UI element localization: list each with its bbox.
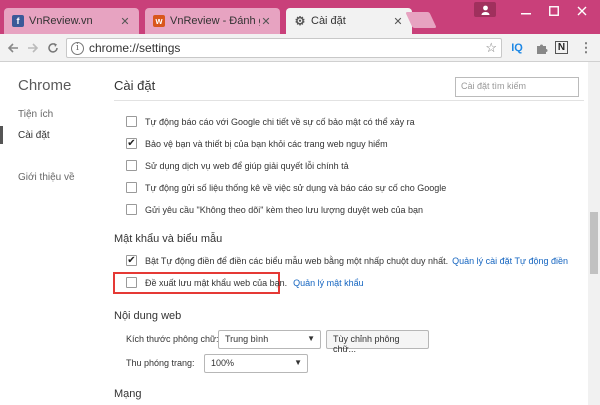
puzzle-extension-icon[interactable] [533,40,549,56]
sidebar-item-about[interactable]: Giới thiệu về [18,172,75,183]
option-label: Bảo vệ bạn và thiết bị của bạn khỏi các … [145,138,388,149]
settings-page: Chrome Tiện ích Cài đặt Giới thiệu về Cà… [0,62,600,405]
page-title: Cài đặt [114,78,156,93]
privacy-option-do-not-track[interactable]: Gửi yêu cầu "Không theo dõi" kèm theo lư… [126,204,423,215]
privacy-option-spelling[interactable]: Sử dụng dịch vụ web để giúp giải quyết l… [126,160,349,171]
checkbox-checked[interactable]: ✔ [126,138,137,149]
forward-icon[interactable] [24,39,42,57]
reload-icon[interactable] [44,39,62,57]
chevron-down-icon: ▼ [307,334,315,343]
select-value: 100% [211,358,235,368]
sidebar-selection-indicator [0,126,3,144]
option-label: Sử dụng dịch vụ web để giúp giải quyết l… [145,160,349,171]
tab-title: Cài đặt [311,15,346,27]
gear-icon: ⚙ [294,14,306,28]
tab-vnreview-facebook[interactable]: f VnReview.vn ✕ [4,8,139,34]
window-close-icon[interactable] [568,0,596,22]
sidebar-item-extensions[interactable]: Tiện ích [18,109,53,120]
toolbar: i chrome://settings ☆ IQ N ⋮ [0,34,600,62]
option-label: Đề xuất lưu mật khẩu web của bạn. [145,277,288,288]
offer-save-passwords-option[interactable]: Đề xuất lưu mật khẩu web của bạn. Quản l… [126,277,364,288]
sidebar-title: Chrome [18,77,72,94]
select-value: Trung bình [225,334,269,344]
option-label: Tự động gửi số liệu thống kê về việc sử … [145,182,447,193]
url-text: chrome://settings [89,41,181,55]
chevron-down-icon: ▼ [294,358,302,367]
tab-settings[interactable]: ⚙ Cài đặt ✕ [286,8,412,34]
manage-passwords-link[interactable]: Quản lý mật khẩu [293,278,364,288]
autofill-option[interactable]: ✔ Bật Tự động điền để điền các biểu mẫu … [126,255,568,266]
sidebar-item-settings[interactable]: Cài đặt [18,130,50,141]
iq-extension-icon[interactable]: IQ [509,40,525,56]
vnreview-icon: w [153,15,165,27]
facebook-icon: f [12,15,24,27]
font-size-select[interactable]: Trung bình ▼ [218,330,321,349]
bookmark-star-icon[interactable]: ☆ [485,40,497,56]
option-label: Bật Tự động điền để điền các biểu mẫu we… [145,255,449,266]
checkbox[interactable] [126,160,137,171]
search-settings-input[interactable]: Cài đặt tìm kiếm [455,77,579,97]
web-content-section-heading: Nội dung web [114,310,182,322]
page-zoom-select[interactable]: 100% ▼ [204,354,308,373]
network-section-heading: Mạng [114,388,142,400]
privacy-option-safe-browsing[interactable]: ✔ Bảo vệ bạn và thiết bị của bạn khỏi cá… [126,138,388,149]
title-bar: f VnReview.vn ✕ w VnReview - Đánh giá, t… [0,0,600,34]
maximize-icon[interactable] [540,0,568,22]
minimize-icon[interactable] [512,0,540,22]
scrollbar-thumb[interactable] [590,212,598,274]
address-bar[interactable]: i chrome://settings ☆ [66,38,502,58]
tab-title: VnReview.vn [29,15,93,27]
header-divider [114,100,584,101]
page-zoom-label: Thu phóng trang: [126,358,195,368]
tab-vnreview[interactable]: w VnReview - Đánh giá, tin ✕ [145,8,280,34]
privacy-option-usage-stats[interactable]: Tự động gửi số liệu thống kê về việc sử … [126,182,446,193]
close-icon[interactable]: ✕ [119,15,131,28]
manage-autofill-link[interactable]: Quản lý cài đặt Tự động điền [452,256,568,266]
scrollbar[interactable] [588,62,600,405]
info-icon[interactable]: i [71,41,84,55]
option-label: Gửi yêu cầu "Không theo dõi" kèm theo lư… [145,204,424,215]
back-icon[interactable] [4,39,22,57]
tab-title: VnReview - Đánh giá, tin [170,15,260,27]
checkbox-checked[interactable]: ✔ [126,255,137,266]
passwords-section-heading: Mật khẩu và biểu mẫu [114,233,223,245]
privacy-option-report-security[interactable]: Tự động báo cáo với Google chi tiết về s… [126,116,415,127]
checkbox[interactable] [126,116,137,127]
menu-icon[interactable]: ⋮ [578,40,594,56]
n-extension-icon[interactable]: N [555,41,568,54]
checkbox[interactable] [126,277,137,288]
checkbox[interactable] [126,182,137,193]
user-profile-icon[interactable] [474,2,496,17]
close-icon[interactable]: ✕ [260,15,272,28]
customize-fonts-button[interactable]: Tùy chỉnh phông chữ... [326,330,429,354]
checkbox[interactable] [126,204,137,215]
option-label: Tự động báo cáo với Google chi tiết về s… [145,116,415,127]
close-icon[interactable]: ✕ [392,15,404,28]
font-size-label: Kích thước phông chữ: [126,334,219,344]
